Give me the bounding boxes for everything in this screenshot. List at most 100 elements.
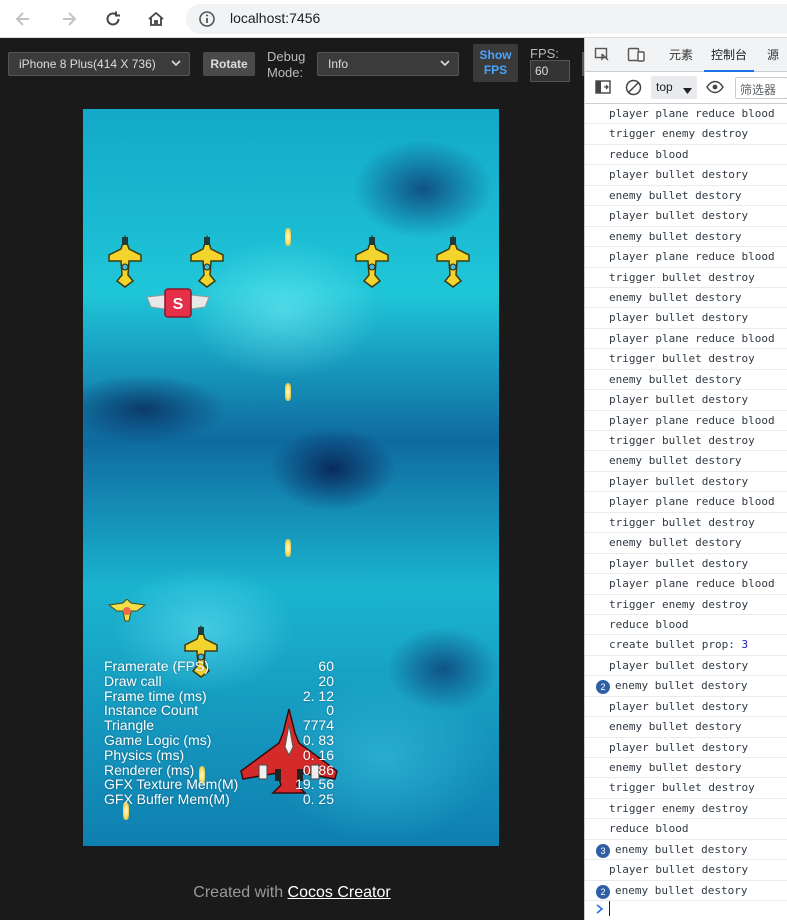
enemy-plane — [190, 235, 224, 288]
console-log-message: enemy bullet destory — [609, 761, 742, 774]
fps-input[interactable]: 60 — [530, 60, 570, 82]
stat-value: 20 — [318, 672, 334, 689]
stat-row: Draw call 20 — [104, 672, 334, 689]
console-log-text: enemy bullet destory — [609, 370, 741, 389]
console-log-message: player bullet destory — [609, 474, 749, 488]
stat-row: GFX Texture Mem(M) 19. 56 — [104, 777, 334, 792]
console-log-row: 2 enemy bullet destory — [585, 676, 787, 697]
cocos-creator-link[interactable]: Cocos Creator — [288, 884, 391, 901]
stat-value: 2. 12 — [302, 687, 334, 704]
console-log-message: enemy bullet destory — [615, 679, 748, 693]
console-log-row: create bullet prop: 3 — [585, 635, 787, 656]
show-fps-line2: FPS — [483, 63, 508, 77]
tab-console[interactable]: 控制台 — [704, 38, 754, 72]
stat-row: Physics (ms) 0. 16 — [104, 747, 334, 763]
console-log-text: player bullet destory — [609, 390, 749, 409]
console-log-text: player bullet destory — [609, 472, 749, 491]
stat-label: Framerate (FPS) — [104, 658, 210, 674]
profiler-stats: Framerate (FPS) 60 Draw call 20 Frame time (… — [104, 659, 334, 807]
console-log-message: trigger enemy destroy — [609, 127, 749, 141]
console-log-row: trigger enemy destroy — [585, 595, 787, 615]
stat-row: Instance Count 0 — [104, 703, 334, 718]
console-log-row: player bullet destory — [585, 860, 787, 881]
stat-label: GFX Texture Mem(M) — [104, 776, 239, 793]
console-log-row: enemy bullet destory — [585, 533, 787, 554]
console-log-message: enemy bullet destory — [615, 883, 748, 897]
stat-value: 0. 86 — [302, 761, 334, 778]
console-prompt[interactable] — [585, 898, 787, 920]
clear-console-icon[interactable] — [625, 79, 642, 101]
footer-prefix: Created with — [193, 884, 288, 901]
console-log-text: player plane reduce blood — [609, 247, 775, 266]
console-log-message: trigger bullet destroy — [609, 352, 755, 366]
console-log-row: enemy bullet destory — [585, 717, 787, 738]
console-log-text: enemy bullet destory — [609, 533, 741, 552]
console-toolbar: top 筛选器 — [585, 72, 787, 104]
show-fps-button[interactable]: Show FPS — [473, 44, 518, 82]
stat-value: 0. 25 — [302, 791, 334, 808]
console-log-text: reduce blood — [609, 819, 688, 838]
repeat-count-badge: 2 — [596, 680, 610, 695]
console-log-row: player plane reduce blood — [585, 574, 787, 595]
console-log-message: player bullet destory — [609, 699, 749, 713]
console-log-row: 3 enemy bullet destory — [585, 840, 787, 861]
sidebar-toggle-icon[interactable] — [595, 80, 611, 99]
console-log-text: player bullet destory — [609, 860, 748, 879]
console-log-text: enemy bullet destory — [609, 227, 741, 246]
device-select[interactable]: iPhone 8 Plus(414 X 736) — [8, 52, 190, 76]
console-log-list: player plane reduce blood trigger enemy d… — [585, 104, 787, 902]
repeat-count-badge: 3 — [596, 843, 610, 858]
console-log-message: trigger enemy destroy — [609, 597, 749, 611]
console-log-row: trigger enemy destroy — [585, 799, 787, 820]
console-log-row: enemy bullet destory — [585, 227, 787, 248]
game-canvas[interactable]: S Framerate (FPS) 60 Draw call 20 Frame … — [83, 109, 499, 846]
console-log-row: reduce blood — [585, 615, 787, 636]
console-log-message: player bullet destory — [609, 556, 749, 570]
bullet — [285, 383, 291, 401]
tab-elements[interactable]: 元素 — [669, 38, 693, 72]
console-log-text: enemy bullet destory — [609, 451, 742, 470]
chevron-down-icon — [440, 57, 450, 71]
url-text: localhost:7456 — [230, 10, 321, 26]
inspect-element-icon[interactable] — [594, 47, 610, 68]
device-toolbar-icon[interactable] — [627, 47, 645, 68]
enemy-plane — [355, 235, 389, 288]
chevron-down-icon — [171, 57, 181, 71]
console-log-message: player plane reduce blood — [609, 495, 775, 509]
filter-input[interactable]: 筛选器 — [735, 77, 787, 99]
stat-label: Draw call — [104, 672, 162, 689]
context-select[interactable]: top — [651, 76, 697, 99]
bullet — [285, 539, 291, 557]
console-log-row: reduce blood — [585, 145, 787, 166]
console-log-row: enemy bullet destory — [585, 451, 787, 472]
forward-button[interactable] — [56, 6, 82, 32]
console-log-row: player bullet destory — [585, 656, 787, 677]
stat-value: 60 — [318, 658, 334, 674]
console-log-message: player bullet destory — [609, 393, 749, 407]
reload-icon — [106, 11, 120, 26]
console-log-message: reduce blood — [609, 147, 689, 161]
stat-row: Triangle 7774 — [104, 718, 334, 733]
stat-value: 7774 — [302, 717, 334, 734]
text-cursor — [609, 901, 610, 916]
arrow-right-icon — [63, 12, 77, 26]
home-button[interactable] — [143, 6, 169, 32]
tab-sources[interactable]: 源代 — [767, 38, 787, 96]
back-button[interactable] — [10, 6, 36, 32]
console-log-message: enemy bullet destory — [609, 720, 742, 734]
console-log-row: player bullet destory — [585, 165, 787, 186]
reload-button[interactable] — [100, 6, 126, 32]
console-log-message: player plane reduce blood — [609, 250, 775, 264]
address-bar[interactable]: localhost:7456 — [186, 4, 787, 34]
arrow-left-icon — [15, 12, 29, 26]
powerup-letter: S — [173, 296, 184, 313]
rotate-button[interactable]: Rotate — [203, 52, 255, 76]
console-log-text: player plane reduce blood — [609, 492, 775, 511]
console-log-message: trigger enemy destroy — [609, 801, 749, 815]
eye-icon[interactable] — [706, 80, 724, 99]
console-log-message: enemy bullet destory — [609, 454, 742, 468]
console-log-text: trigger bullet destroy — [609, 778, 755, 797]
console-log-text: trigger bullet destroy — [609, 349, 755, 368]
debug-mode-select[interactable]: Info — [317, 52, 459, 76]
console-log-row: trigger bullet destroy — [585, 268, 787, 288]
